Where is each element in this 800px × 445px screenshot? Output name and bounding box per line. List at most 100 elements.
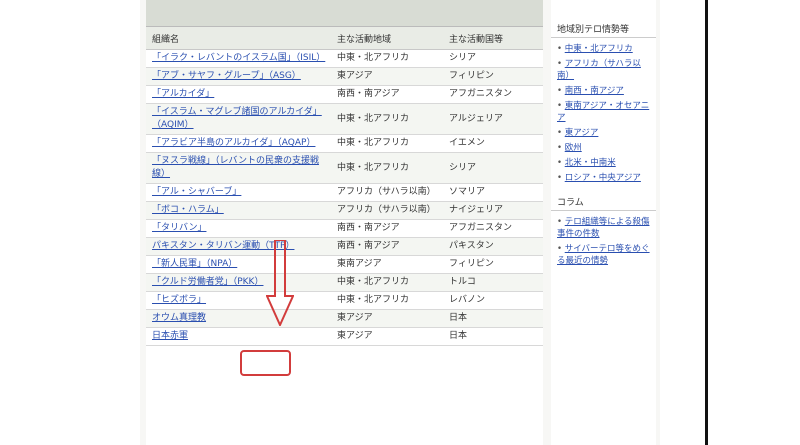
country-cell: パキスタン (443, 237, 543, 256)
table-row: 「ヒズボラ」 中東・北アフリカ レバノン (146, 291, 543, 310)
organization-name-cell: 「ボコ・ハラム」 (146, 201, 331, 220)
region-link-label[interactable]: 東アジア (565, 128, 599, 138)
region-cell: 南西・南アジア (331, 237, 443, 256)
column-link[interactable]: テロ組織等による殺傷事件の件数 (557, 216, 650, 240)
region-link-label[interactable]: 南西・南アジア (565, 86, 624, 96)
column-link-label[interactable]: テロ組織等による殺傷事件の件数 (557, 217, 649, 239)
table-row: 「クルド労働者党」（PKK） 中東・北アフリカ トルコ (146, 273, 543, 292)
country-cell: ソマリア (443, 183, 543, 202)
region-link[interactable]: 中東・北アフリカ (557, 43, 650, 55)
region-cell: 南西・南アジア (331, 85, 443, 104)
right-sidebar: 地域別テロ情勢等 中東・北アフリカアフリカ（サハラ以南） 南西・南アジア東南アジア… (551, 0, 656, 445)
organization-link[interactable]: 「タリバン」 (152, 223, 206, 233)
country-cell: フィリピン (443, 255, 543, 274)
table-row: オウム真理教 東アジア 日本 (146, 309, 543, 328)
region-link[interactable]: 東南アジア・オセアニア (557, 100, 650, 124)
region-cell: 中東・北アフリカ (331, 103, 443, 135)
region-link-label[interactable]: アフリカ（サハラ以南） (557, 59, 641, 81)
organization-link[interactable]: 「ヌスラ戦線」（レバントの民衆の支援戦線） (152, 156, 319, 179)
region-link[interactable]: アフリカ（サハラ以南） (557, 58, 650, 82)
organization-link[interactable]: 「イスラム・マグレブ諸国のアルカイダ」（AQIM） (152, 107, 322, 130)
region-cell: 東アジア (331, 309, 443, 328)
table-row: パキスタン・タリバン運動（TTP） 南西・南アジア パキスタン (146, 237, 543, 256)
region-cell: 東アジア (331, 67, 443, 86)
region-link-label[interactable]: 北米・中南米 (565, 158, 616, 168)
column-list: テロ組織等による殺傷事件の件数サイバーテロ等をめぐる最近の情勢 (551, 211, 656, 272)
organization-name-cell: 「イスラム・マグレブ諸国のアルカイダ」（AQIM） (146, 103, 331, 135)
country-cell: アルジェリア (443, 103, 543, 135)
region-cell: 中東・北アフリカ (331, 49, 443, 68)
organization-link[interactable]: 「ボコ・ハラム」 (152, 205, 224, 215)
table-row: 「イラク・レバントのイスラム国」（ISIL） 中東・北アフリカ シリア (146, 49, 543, 68)
country-cell: シリア (443, 49, 543, 68)
region-link-label[interactable]: ロシア・中央アジア (565, 173, 641, 183)
region-cell: アフリカ（サハラ以南） (331, 201, 443, 220)
table-row: 「ヌスラ戦線」（レバントの民衆の支援戦線） 中東・北アフリカ シリア (146, 152, 543, 184)
country-cell: フィリピン (443, 67, 543, 86)
column-link[interactable]: サイバーテロ等をめぐる最近の情勢 (557, 243, 650, 267)
region-link[interactable]: 北米・中南米 (557, 157, 650, 169)
region-link-label[interactable]: 欧州 (565, 143, 582, 153)
organization-name-cell: 「タリバン」 (146, 219, 331, 238)
region-cell: 東南アジア (331, 255, 443, 274)
header-country: 主な活動国等 (443, 27, 543, 50)
region-cell: 中東・北アフリカ (331, 152, 443, 184)
organization-link[interactable]: 「アブ・サヤフ・グループ」（ASG） (152, 71, 301, 81)
sidebar-heading-regions: 地域別テロ情勢等 (551, 16, 656, 38)
organization-name-cell: パキスタン・タリバン運動（TTP） (146, 237, 331, 256)
country-cell: アフガニスタン (443, 85, 543, 104)
organization-name-cell: 「アラビア半島のアルカイダ」（AQAP） (146, 134, 331, 153)
organization-link[interactable]: 「アラビア半島のアルカイダ」（AQAP） (152, 138, 315, 148)
organization-name-cell: オウム真理教 (146, 309, 331, 328)
pkk-highlight-box (240, 350, 291, 376)
country-cell: シリア (443, 152, 543, 184)
table-title (146, 0, 543, 27)
organization-link[interactable]: 「クルド労働者党」（PKK） (152, 277, 263, 287)
organization-name-cell: 「ヒズボラ」 (146, 291, 331, 310)
organization-link[interactable]: 「アル・シャバーブ」 (152, 187, 241, 197)
region-cell: 中東・北アフリカ (331, 273, 443, 292)
region-link[interactable]: 東アジア (557, 127, 650, 139)
table-row: 「新人民軍」（NPA） 東南アジア フィリピン (146, 255, 543, 274)
organization-link[interactable]: 日本赤軍 (152, 331, 188, 341)
region-link[interactable]: ロシア・中央アジア (557, 172, 650, 184)
region-list: 中東・北アフリカアフリカ（サハラ以南） 南西・南アジア東南アジア・オセアニア東アジ… (551, 38, 656, 189)
region-link[interactable]: 南西・南アジア (557, 85, 650, 97)
country-cell: イエメン (443, 134, 543, 153)
region-link-label[interactable]: 中東・北アフリカ (565, 44, 633, 54)
region-cell: アフリカ（サハラ以南） (331, 183, 443, 202)
country-cell: アフガニスタン (443, 219, 543, 238)
screenshot-margin-right (660, 0, 800, 445)
table-row: 「ボコ・ハラム」 アフリカ（サハラ以南） ナイジェリア (146, 201, 543, 220)
region-link-label[interactable]: 東南アジア・オセアニア (557, 101, 649, 123)
country-cell: レバノン (443, 291, 543, 310)
region-cell: 東アジア (331, 327, 443, 346)
organization-name-cell: 「ヌスラ戦線」（レバントの民衆の支援戦線） (146, 152, 331, 184)
organization-link[interactable]: 「ヒズボラ」 (152, 295, 206, 305)
table-header-row: 組織名 主な活動地域 主な活動国等 (146, 27, 543, 50)
table-row: 「アル・シャバーブ」 アフリカ（サハラ以南） ソマリア (146, 183, 543, 202)
region-cell: 中東・北アフリカ (331, 134, 443, 153)
table-row: 「アルカイダ」 南西・南アジア アフガニスタン (146, 85, 543, 104)
terror-organization-table-panel: 組織名 主な活動地域 主な活動国等 「イラク・レバントのイスラム国」（ISIL）… (146, 0, 543, 445)
down-arrow-icon (266, 240, 294, 326)
region-link[interactable]: 欧州 (557, 142, 650, 154)
organization-link[interactable]: 「新人民軍」（NPA） (152, 259, 237, 269)
divider-line (705, 0, 708, 445)
column-link-label[interactable]: サイバーテロ等をめぐる最近の情勢 (557, 244, 650, 266)
table-row: 日本赤軍 東アジア 日本 (146, 327, 543, 346)
organization-link[interactable]: 「アルカイダ」 (152, 89, 214, 99)
organization-name-cell: 「イラク・レバントのイスラム国」（ISIL） (146, 49, 331, 68)
country-cell: トルコ (443, 273, 543, 292)
country-cell: 日本 (443, 327, 543, 346)
header-region: 主な活動地域 (331, 27, 443, 50)
country-cell: ナイジェリア (443, 201, 543, 220)
organization-table: 組織名 主な活動地域 主な活動国等 「イラク・レバントのイスラム国」（ISIL）… (146, 27, 543, 346)
organization-name-cell: 日本赤軍 (146, 327, 331, 346)
table-row: 「アブ・サヤフ・グループ」（ASG） 東アジア フィリピン (146, 67, 543, 86)
organization-link[interactable]: オウム真理教 (152, 313, 206, 323)
sidebar-feature (551, 8, 656, 16)
sidebar-heading-column: コラム (551, 189, 656, 211)
organization-link[interactable]: 「イラク・レバントのイスラム国」（ISIL） (152, 53, 325, 63)
country-cell: 日本 (443, 309, 543, 328)
